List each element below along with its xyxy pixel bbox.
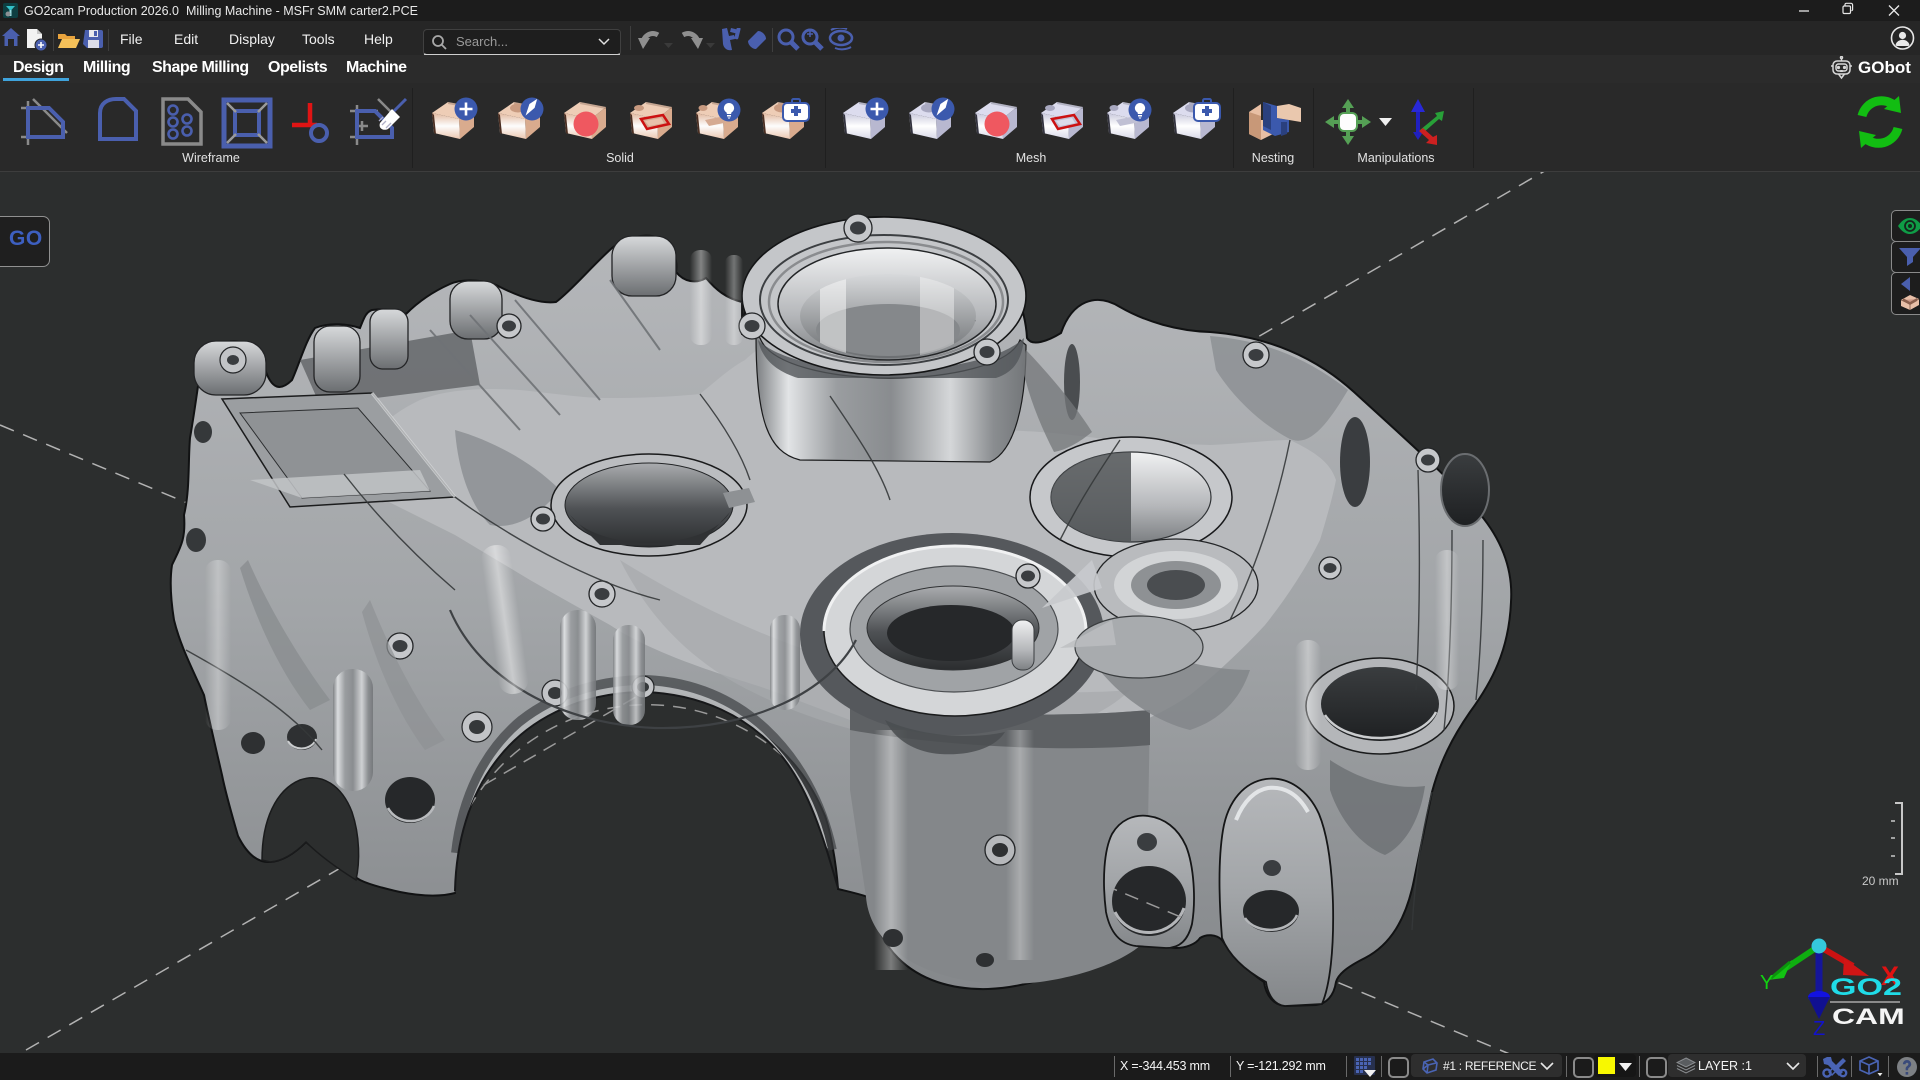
svg-text:Y: Y [1760, 972, 1773, 994]
svg-text:Z: Z [1813, 1018, 1825, 1040]
svg-text:20 mm: 20 mm [1862, 874, 1899, 888]
